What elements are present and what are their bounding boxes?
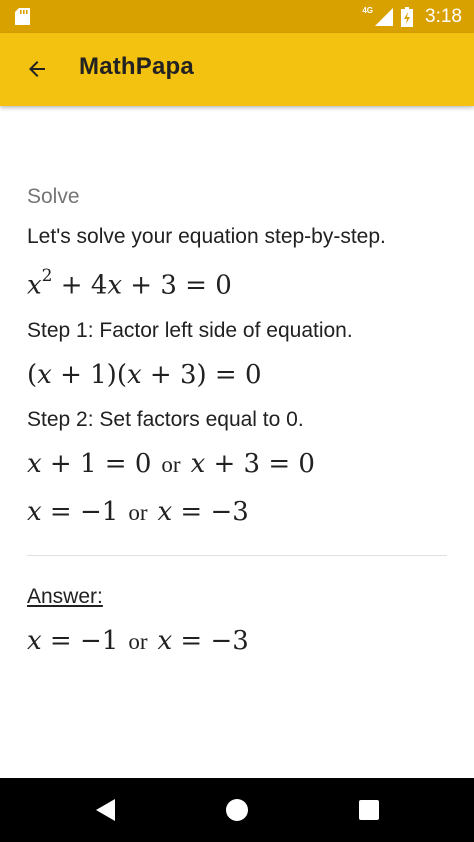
math-var: x (27, 626, 42, 656)
step-1-math: (x + 1)(x + 3) = 0 (27, 360, 262, 390)
math-text: + 1)( (51, 360, 127, 390)
math-var: x (27, 449, 42, 479)
math-var: x (27, 497, 42, 527)
arrow-left-icon (29, 61, 45, 77)
sd-card-icon (15, 8, 30, 25)
math-exponent: 2 (41, 266, 53, 286)
back-button[interactable] (18, 50, 56, 88)
math-text: + 1 = 0 (41, 449, 152, 479)
or-word: or (161, 452, 181, 477)
math-text: + 3 = 0 (122, 270, 232, 301)
math-text: = −3 (172, 626, 249, 656)
math-text: = −3 (172, 497, 249, 527)
equation: x2 + 4x + 3 = 0 (27, 266, 232, 301)
step-2-text: Step 2: Set factors equal to 0. (27, 408, 304, 431)
status-clock: 3:18 (425, 5, 462, 27)
math-var: x (107, 270, 123, 301)
status-bar: 4G 3:18 (0, 0, 474, 33)
math-text: = −1 (41, 497, 119, 527)
step-2-math-line-2: x = −1 or x = −3 (27, 497, 249, 527)
math-var: x (126, 360, 142, 390)
triangle-back-icon (96, 799, 115, 821)
signal-icon (375, 7, 394, 26)
math-var: x (190, 449, 206, 479)
math-text: + 3 = 0 (205, 449, 315, 479)
square-recents-icon (359, 800, 379, 820)
math-var: x (157, 626, 173, 656)
math-text: + 3) = 0 (141, 360, 262, 390)
nav-recents-button[interactable] (353, 794, 385, 826)
math-var: x (157, 497, 173, 527)
math-text: ( (27, 360, 38, 390)
nav-back-button[interactable] (89, 794, 121, 826)
answer-label: Answer: (27, 585, 103, 608)
math-var: x (27, 270, 42, 301)
step-1-text: Step 1: Factor left side of equation. (27, 319, 353, 342)
section-label: Solve (27, 185, 80, 208)
circle-home-icon (226, 799, 248, 821)
math-text: + 4 (52, 270, 108, 301)
step-2-math-line-1: x + 1 = 0 or x + 3 = 0 (27, 449, 315, 479)
navigation-bar (0, 778, 474, 842)
app-bar: MathPapa (0, 33, 474, 106)
network-type-label: 4G (362, 6, 374, 15)
math-text: = −1 (41, 626, 119, 656)
nav-home-button[interactable] (221, 794, 253, 826)
answer-math: x = −1 or x = −3 (27, 626, 249, 656)
math-var: x (37, 360, 52, 390)
divider (27, 555, 447, 556)
app-title: MathPapa (79, 53, 194, 80)
intro-text: Let's solve your equation step-by-step. (27, 225, 386, 248)
battery-icon (401, 6, 414, 27)
or-word: or (128, 629, 148, 654)
or-word: or (128, 500, 148, 525)
